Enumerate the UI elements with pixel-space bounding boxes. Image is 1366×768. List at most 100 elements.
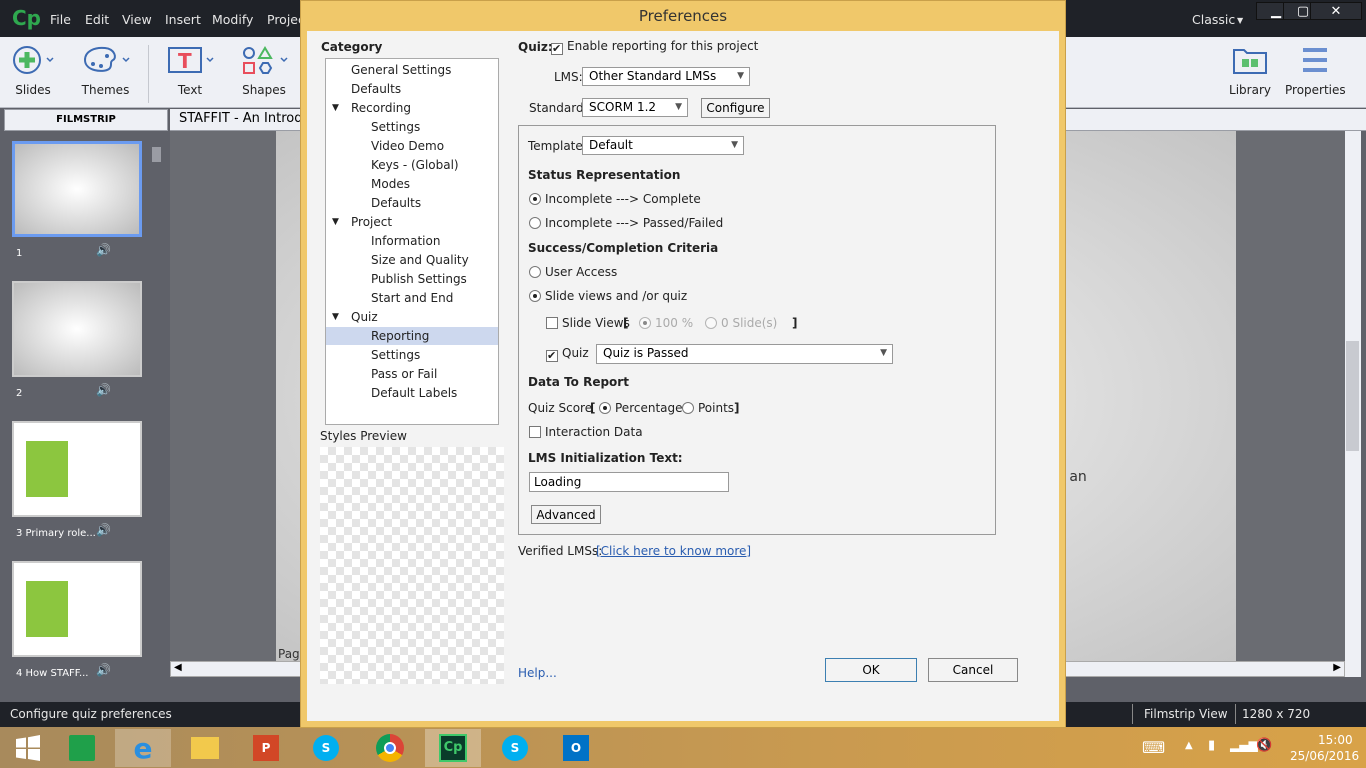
category-item[interactable]: Video Demo — [326, 137, 498, 155]
taskbar-internet-explorer[interactable]: e — [115, 729, 171, 767]
slide-thumbnail-2[interactable] — [12, 281, 142, 377]
audio-icon[interactable]: 🔊 — [96, 243, 111, 257]
slide-views-label: Slide Views — [562, 316, 630, 330]
taskbar-powerpoint[interactable]: P — [238, 729, 294, 767]
keyboard-icon[interactable]: ⌨ — [1142, 738, 1165, 757]
category-item[interactable]: Information — [326, 232, 498, 250]
category-item[interactable]: ▼ Quiz — [326, 308, 498, 326]
quiz-criteria-checkbox[interactable]: ✔ Quiz — [546, 346, 589, 362]
category-label: Information — [371, 234, 441, 248]
status-passed-failed-radio[interactable]: Incomplete ---> Passed/Failed — [529, 216, 723, 230]
taskbar-captivate[interactable]: Cp — [425, 729, 481, 767]
category-item[interactable]: Start and End — [326, 289, 498, 307]
category-item[interactable]: Defaults — [326, 80, 498, 98]
taskbar-outlook[interactable]: O — [548, 729, 604, 767]
configure-button[interactable]: Configure — [701, 98, 770, 118]
battery-icon[interactable]: ▮ — [1208, 738, 1215, 753]
category-tree[interactable]: General Settings Defaults ▼ Recording Settin… — [325, 58, 499, 425]
menu-view[interactable]: View — [122, 12, 152, 27]
points-radio[interactable]: Points — [682, 401, 734, 415]
scroll-left-icon[interactable]: ◀ — [174, 662, 182, 673]
slide-thumbnail-4[interactable] — [12, 561, 142, 657]
expand-arrow-icon[interactable]: ▼ — [332, 213, 339, 231]
text-button[interactable]: T Text — [165, 37, 215, 97]
category-label: Project — [351, 215, 393, 229]
category-item[interactable]: Pass or Fail — [326, 365, 498, 383]
taskbar-store[interactable] — [54, 729, 110, 767]
percent-value: 100 % — [655, 316, 694, 330]
slide-views-checkbox[interactable]: Slide Views — [546, 316, 630, 330]
menu-insert[interactable]: Insert — [165, 12, 201, 27]
start-button[interactable] — [0, 729, 56, 767]
category-item[interactable]: Settings — [326, 118, 498, 136]
category-item[interactable]: Keys - (Global) — [326, 156, 498, 174]
shapes-button[interactable]: Shapes — [238, 37, 290, 97]
menu-modify[interactable]: Modify — [212, 12, 253, 27]
user-access-radio[interactable]: User Access — [529, 265, 617, 279]
lms-dropdown[interactable]: Other Standard LMSs — [582, 67, 750, 86]
status-view: Filmstrip View — [1144, 707, 1228, 721]
category-item[interactable]: Settings — [326, 346, 498, 364]
category-item[interactable]: General Settings — [326, 61, 498, 79]
advanced-button[interactable]: Advanced — [531, 505, 601, 524]
category-item[interactable]: ▼ Recording — [326, 99, 498, 117]
category-label: Defaults — [351, 82, 402, 96]
ok-button[interactable]: OK — [825, 658, 917, 682]
verified-lms-link[interactable]: [Click here to know more] — [596, 544, 751, 558]
expand-arrow-icon[interactable]: ▼ — [332, 308, 339, 326]
slides-button[interactable]: Slides — [8, 37, 58, 97]
clock-time[interactable]: 15:00 — [1318, 733, 1353, 747]
library-button[interactable]: Library — [1225, 37, 1275, 97]
taskbar-skype-business[interactable]: S — [487, 729, 543, 767]
lms-init-input[interactable] — [529, 472, 729, 492]
clock-date[interactable]: 25/06/2016 — [1290, 749, 1359, 763]
category-item[interactable]: Defaults — [326, 194, 498, 212]
taskbar-skype[interactable]: S — [298, 729, 354, 767]
percentage-radio[interactable]: Percentage — [599, 401, 683, 415]
workspace-dropdown[interactable]: Classic — [1192, 12, 1235, 27]
expand-arrow-icon[interactable]: ▼ — [332, 99, 339, 117]
category-item[interactable]: Reporting — [326, 327, 498, 345]
audio-icon[interactable]: 🔊 — [96, 663, 111, 677]
text-label: Text — [177, 83, 203, 97]
windows-taskbar: e P S Cp S O ⌨ ▲ ▮ ▂▄▆ 🔇 15:00 25/06/201… — [0, 727, 1366, 768]
properties-button[interactable]: Properties — [1285, 37, 1346, 97]
close-button[interactable]: ✕ — [1310, 2, 1362, 20]
slide-thumbnail-1[interactable] — [12, 141, 142, 237]
quiz-criteria-dropdown[interactable]: Quiz is Passed — [596, 344, 893, 364]
taskbar-chrome[interactable] — [362, 729, 418, 767]
menu-edit[interactable]: Edit — [85, 12, 109, 27]
category-item[interactable]: ▼ Project — [326, 213, 498, 231]
slide-thumbnail-3[interactable] — [12, 421, 142, 517]
audio-icon[interactable]: 🔊 — [96, 523, 111, 537]
bracket: [ — [623, 316, 629, 330]
chevron-down-icon[interactable]: ▼ — [1237, 16, 1243, 25]
menu-file[interactable]: File — [50, 12, 71, 27]
category-item[interactable]: Default Labels — [326, 384, 498, 402]
standard-dropdown[interactable]: SCORM 1.2 — [582, 98, 688, 117]
signal-icon[interactable]: ▂▄▆ — [1230, 738, 1258, 752]
help-link[interactable]: Help... — [518, 666, 557, 680]
filmstrip-scrollbar[interactable] — [152, 147, 161, 162]
themes-button[interactable]: Themes — [78, 37, 133, 97]
percent-radio[interactable]: 100 % — [639, 316, 693, 330]
audio-icon[interactable]: 🔊 — [96, 383, 111, 397]
checkbox-checked-icon: ✔ — [546, 349, 558, 362]
template-dropdown[interactable]: Default — [582, 136, 744, 155]
category-item[interactable]: Modes — [326, 175, 498, 193]
category-label: Pass or Fail — [371, 367, 438, 381]
volume-muted-icon[interactable]: 🔇 — [1256, 738, 1272, 753]
cancel-button[interactable]: Cancel — [928, 658, 1018, 682]
status-complete-radio[interactable]: Incomplete ---> Complete — [529, 192, 701, 206]
show-hidden-icons-icon[interactable]: ▲ — [1185, 740, 1193, 751]
category-item[interactable]: Publish Settings — [326, 270, 498, 288]
category-item[interactable]: Size and Quality — [326, 251, 498, 269]
radio-selected-icon — [599, 402, 611, 414]
scroll-right-icon[interactable]: ▶ — [1333, 662, 1341, 673]
slide-views-quiz-radio[interactable]: Slide views and /or quiz — [529, 289, 687, 303]
interaction-data-checkbox[interactable]: Interaction Data — [529, 425, 643, 439]
enable-reporting-checkbox[interactable]: ✔ Enable reporting for this project — [551, 39, 758, 55]
vertical-scrollbar[interactable] — [1345, 131, 1361, 677]
slides-count-radio[interactable]: 0 Slide(s) — [705, 316, 777, 330]
taskbar-file-explorer[interactable] — [177, 729, 233, 767]
